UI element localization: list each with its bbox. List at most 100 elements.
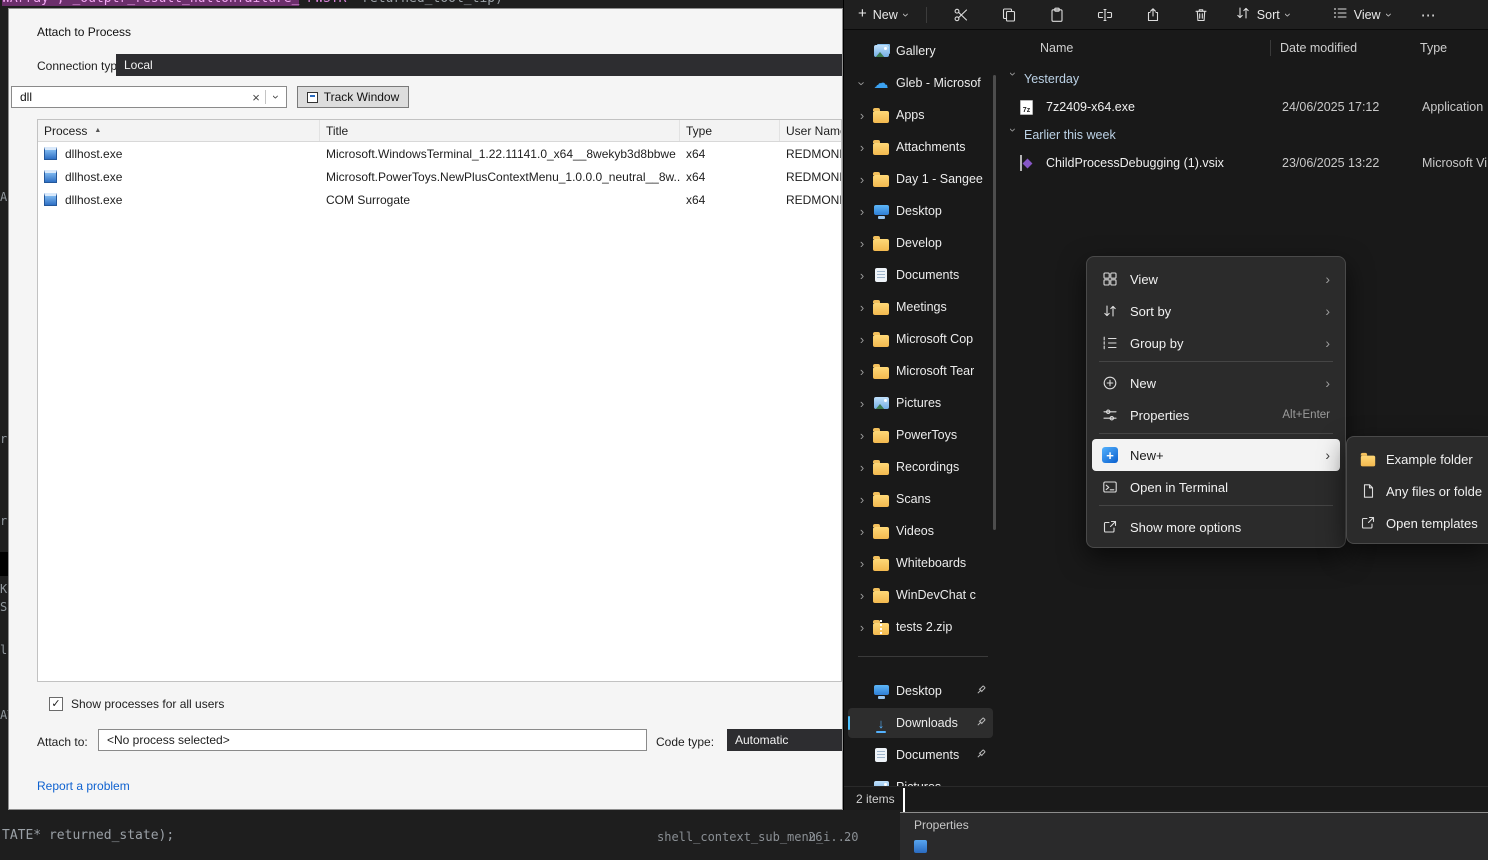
menu-item-show-more-options[interactable]: Show more options [1092, 511, 1340, 543]
more-options-icon[interactable]: ⋯ [1421, 6, 1436, 24]
chevron-right-icon[interactable]: › [856, 364, 868, 379]
submenu-item-example-folder[interactable]: Example folder [1352, 443, 1488, 475]
sidebar-item-desktop[interactable]: › Desktop [848, 196, 993, 226]
menu-item-view[interactable]: View › [1092, 263, 1340, 295]
attach-to-input[interactable]: <No process selected> [98, 729, 647, 751]
application-icon [44, 170, 57, 183]
sidebar-item-microsoft-cop[interactable]: › Microsoft Cop [848, 324, 993, 354]
filter-value: dll [12, 90, 247, 104]
submenu-item-open-templates[interactable]: Open templates [1352, 507, 1488, 539]
process-filter-input[interactable]: dll × › [11, 86, 287, 108]
folder-icon [872, 235, 890, 251]
chevron-right-icon: › [1325, 447, 1330, 463]
code-selection: WArray*, _outptr_result_nullonfailure_ [2, 0, 299, 6]
chevron-right-icon[interactable]: › [856, 108, 868, 123]
copy-icon[interactable] [997, 3, 1021, 27]
sidebar-item-microsoft-tear[interactable]: › Microsoft Tear [848, 356, 993, 386]
sidebar-item-scans[interactable]: › Scans [848, 484, 993, 514]
chevron-right-icon[interactable]: › [856, 204, 868, 219]
chevron-down-icon[interactable]: › [855, 77, 870, 89]
column-type[interactable]: Type [680, 120, 780, 141]
attach-to-process-dialog: Attach to Process Connection type: Local… [8, 8, 843, 810]
menu-item-properties[interactable]: Properties Alt+Enter [1092, 399, 1340, 431]
connection-type-select[interactable]: Local [116, 54, 842, 76]
show-all-users-label: Show processes for all users [71, 697, 224, 711]
sidebar-item-documents[interactable]: › Documents [848, 260, 993, 290]
delete-icon[interactable] [1189, 3, 1213, 27]
menu-item-new[interactable]: New › [1092, 367, 1340, 399]
menu-item-open-in-terminal[interactable]: Open in Terminal [1092, 471, 1340, 503]
submenu-item-any-files[interactable]: Any files or folde [1352, 475, 1488, 507]
chevron-right-icon[interactable]: › [856, 460, 868, 475]
sidebar-item-videos[interactable]: › Videos [848, 516, 993, 546]
column-user-name[interactable]: User Name [780, 120, 841, 141]
view-icon [1332, 5, 1348, 24]
share-icon[interactable] [1141, 3, 1165, 27]
column-date-modified[interactable]: Date modified [1280, 41, 1357, 55]
sort-button[interactable]: Sort › [1227, 2, 1298, 28]
report-problem-link[interactable]: Report a problem [37, 779, 130, 793]
column-divider[interactable] [1270, 40, 1271, 56]
folder-icon [872, 491, 890, 507]
chevron-right-icon[interactable]: › [856, 492, 868, 507]
track-window-button[interactable]: Track Window [297, 86, 409, 108]
sidebar-item-downloads-pinned[interactable]: ↓ Downloads [848, 708, 993, 738]
rename-icon[interactable] [1093, 3, 1117, 27]
application-icon [44, 147, 57, 160]
chevron-right-icon[interactable]: › [856, 300, 868, 315]
sidebar-item-gallery[interactable]: Gallery [848, 36, 993, 66]
file-row-7z2409[interactable]: 7z 7z2409-x64.exe 24/06/2025 17:12 Appli… [996, 94, 1488, 122]
menu-item-group-by[interactable]: Group by › [1092, 327, 1340, 359]
cut-icon[interactable] [949, 3, 973, 27]
sidebar-item-tests-zip[interactable]: › tests 2.zip [848, 612, 993, 642]
sidebar-item-attachments[interactable]: › Attachments [848, 132, 993, 162]
chevron-down-icon[interactable]: › [269, 95, 283, 99]
sidebar-item-pictures[interactable]: › Pictures [848, 388, 993, 418]
menu-item-sort-by[interactable]: Sort by › [1092, 295, 1340, 327]
chevron-right-icon[interactable]: › [856, 172, 868, 187]
show-all-users-checkbox[interactable]: ✓ [49, 697, 63, 711]
file-row-vsix[interactable]: ChildProcessDebugging (1).vsix 23/06/202… [996, 150, 1488, 178]
process-row[interactable]: dllhost.exe Microsoft.WindowsTerminal_1.… [38, 142, 841, 165]
sidebar-item-powertoys[interactable]: › PowerToys [848, 420, 993, 450]
sidebar-item-day1[interactable]: › Day 1 - Sangee [848, 164, 993, 194]
sidebar-item-windevchat[interactable]: › WinDevChat c [848, 580, 993, 610]
chevron-right-icon[interactable]: › [856, 428, 868, 443]
sidebar-item-whiteboards[interactable]: › Whiteboards [848, 548, 993, 578]
group-header-yesterday[interactable]: › Yesterday [996, 66, 1488, 92]
sidebar-item-apps[interactable]: › Apps [848, 100, 993, 130]
column-name[interactable]: Name [1040, 41, 1073, 55]
column-type[interactable]: Type [1420, 41, 1447, 55]
downloads-icon: ↓ [872, 715, 890, 731]
group-header-earlier-this-week[interactable]: › Earlier this week [996, 122, 1488, 148]
chevron-right-icon[interactable]: › [856, 268, 868, 283]
chevron-right-icon[interactable]: › [856, 524, 868, 539]
menu-item-new-plus[interactable]: + New+ › [1092, 439, 1340, 471]
sidebar-item-onedrive[interactable]: › ☁ Gleb - Microsof [848, 68, 993, 98]
sidebar-item-recordings[interactable]: › Recordings [848, 452, 993, 482]
chevron-right-icon[interactable]: › [856, 620, 868, 635]
sidebar-item-documents-pinned[interactable]: Documents [848, 740, 993, 770]
clear-filter-icon[interactable]: × [247, 90, 265, 105]
new-circle-plus-icon [1102, 375, 1118, 391]
chevron-right-icon[interactable]: › [856, 236, 868, 251]
sidebar-item-meetings[interactable]: › Meetings [848, 292, 993, 322]
chevron-right-icon[interactable]: › [856, 396, 868, 411]
sidebar-item-desktop-pinned[interactable]: Desktop [848, 676, 993, 706]
chevron-right-icon[interactable]: › [856, 556, 868, 571]
paste-icon[interactable] [1045, 3, 1069, 27]
desktop-icon [872, 683, 890, 699]
code-type-value: Automatic [735, 733, 788, 747]
process-row[interactable]: dllhost.exe COM Surrogate x64 REDMOND [38, 188, 841, 211]
process-table-header: Process ▲ Title Type User Name [38, 120, 841, 142]
new-button[interactable]: + New › [850, 2, 916, 28]
column-title[interactable]: Title [320, 120, 680, 141]
chevron-right-icon[interactable]: › [856, 588, 868, 603]
view-button[interactable]: View › [1324, 2, 1399, 28]
sidebar-item-develop[interactable]: › Develop [848, 228, 993, 258]
code-type-select[interactable]: Automatic [727, 729, 842, 751]
column-process[interactable]: Process ▲ [38, 120, 320, 141]
chevron-right-icon[interactable]: › [856, 332, 868, 347]
process-row[interactable]: dllhost.exe Microsoft.PowerToys.NewPlusC… [38, 165, 841, 188]
chevron-right-icon[interactable]: › [856, 140, 868, 155]
